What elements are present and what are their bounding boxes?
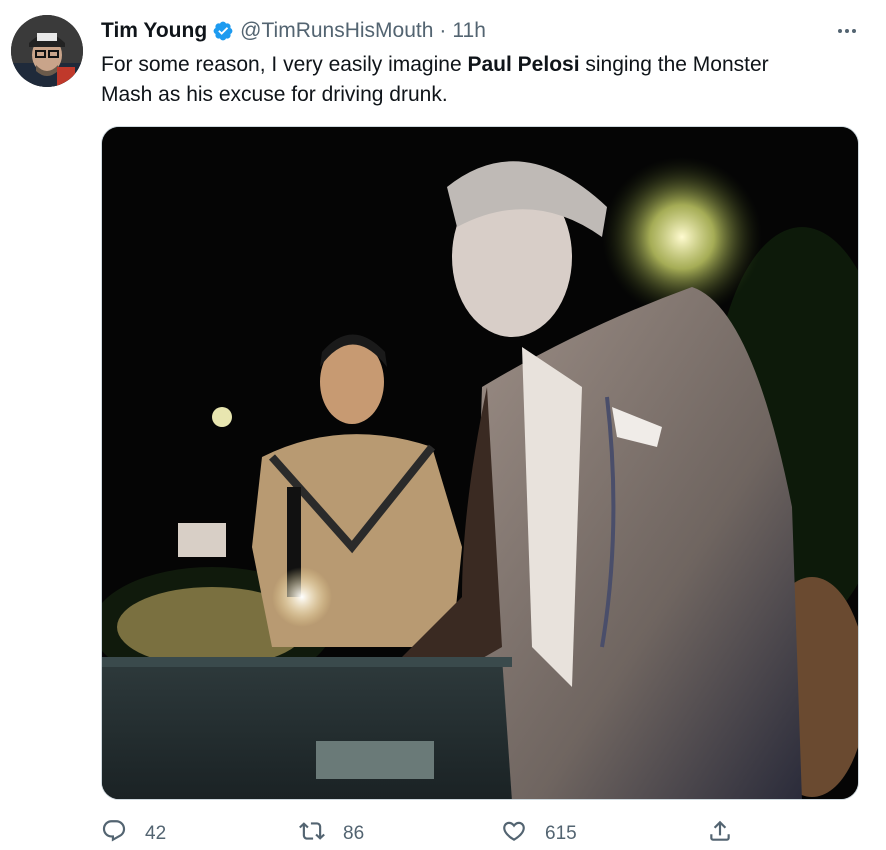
display-name[interactable]: Tim Young	[101, 19, 207, 43]
like-count: 615	[545, 823, 577, 844]
avatar[interactable]	[11, 15, 83, 87]
tweet-photo[interactable]	[101, 126, 859, 800]
handle[interactable]: @TimRunsHisMouth	[240, 19, 433, 43]
like-button[interactable]: 615	[501, 818, 577, 850]
reply-icon	[101, 818, 127, 850]
tweet-text-bold: Paul Pelosi	[467, 53, 580, 76]
share-button[interactable]	[707, 818, 733, 850]
tweet[interactable]: Tim Young @TimRunsHisMouth · 11h For som…	[0, 0, 886, 850]
tweet-text-start: For some reason, I very easily imagine	[101, 53, 468, 76]
retweet-icon	[299, 818, 325, 850]
reply-button[interactable]: 42	[101, 818, 166, 850]
tweet-text: For some reason, I very easily imagine P…	[101, 50, 821, 110]
more-horizontal-icon[interactable]	[832, 16, 862, 46]
timestamp[interactable]: 11h	[452, 19, 485, 43]
share-icon	[707, 818, 733, 850]
tweet-header: Tim Young @TimRunsHisMouth · 11h	[101, 17, 486, 45]
retweet-button[interactable]: 86	[299, 818, 364, 850]
separator: ·	[439, 19, 447, 42]
heart-icon	[501, 818, 527, 850]
retweet-count: 86	[343, 823, 365, 844]
reply-count: 42	[145, 823, 167, 844]
tweet-actions: 42 86 615	[101, 818, 859, 850]
verified-badge-icon	[212, 20, 234, 42]
